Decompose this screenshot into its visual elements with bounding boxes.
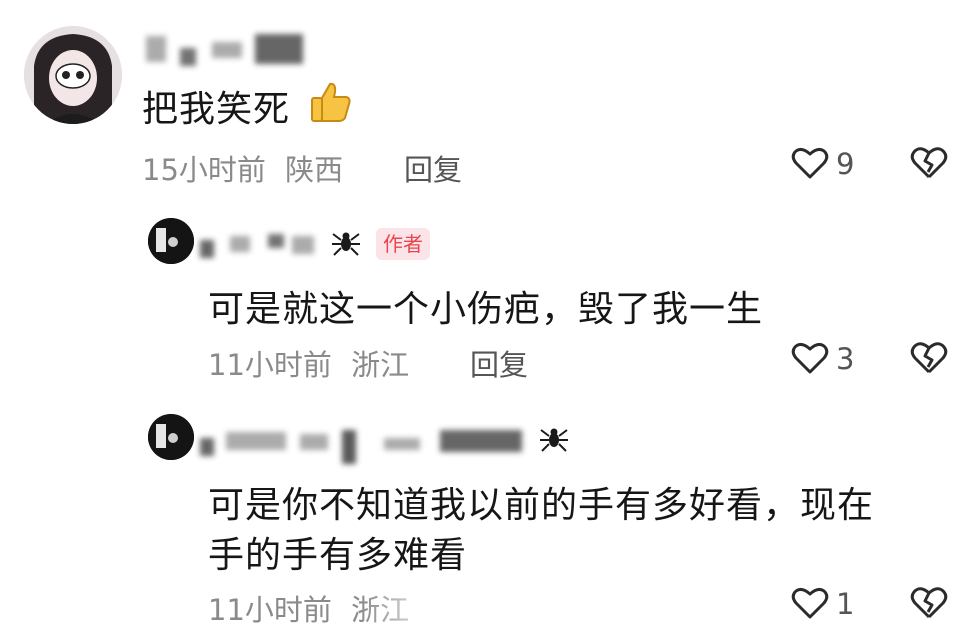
comment-text-content: 可是就这一个小伤疤，毁了我一生 [208, 289, 764, 330]
heart-outline-icon[interactable] [791, 146, 829, 180]
username-redacted [226, 432, 286, 450]
comment-meta: 11小时前 浙江 [208, 342, 409, 384]
like-count: 1 [836, 587, 855, 621]
username-redacted [200, 438, 214, 456]
spider-icon [538, 422, 570, 454]
comment-text-content: 把我笑死 [142, 89, 291, 130]
comment-time: 15小时前 [142, 153, 266, 187]
comment-text-content: 手的手有多难看 [208, 535, 468, 576]
comment-text-content: 可是你不知道我以前的手有多好看，现在 [208, 485, 875, 526]
broken-heart-icon[interactable] [910, 145, 948, 181]
reply-button[interactable]: 回复 [470, 342, 528, 384]
username-redacted [268, 234, 284, 248]
username-redacted [300, 434, 328, 450]
broken-heart-icon[interactable] [910, 340, 948, 376]
thumbs-up-icon [306, 78, 352, 124]
author-badge: 作者 [376, 228, 430, 260]
comment-time: 11小时前 [208, 593, 332, 627]
username-redacted [255, 34, 303, 64]
username-redacted [342, 430, 356, 464]
comment-location: 浙江 [351, 348, 410, 382]
avatar[interactable] [148, 414, 194, 460]
heart-outline-icon[interactable] [791, 341, 829, 375]
comment-location: 陕西 [285, 153, 344, 187]
comment-text-line: 手的手有多难看 [208, 526, 467, 578]
comment-text-line: 可是你不知道我以前的手有多好看，现在 [208, 476, 874, 528]
comment-text: 把我笑死 [142, 80, 290, 132]
reply-button[interactable]: 回复 [404, 147, 462, 189]
comment-text: 可是就这一个小伤疤，毁了我一生 [208, 280, 763, 332]
username-redacted [146, 36, 166, 62]
username-redacted [200, 240, 214, 258]
comment-time: 11小时前 [208, 348, 332, 382]
username-redacted [212, 42, 242, 58]
like-count: 9 [836, 147, 855, 181]
username-redacted [292, 236, 314, 254]
avatar[interactable] [148, 218, 194, 264]
username-redacted [440, 430, 522, 452]
like-count: 3 [836, 342, 855, 376]
comment-meta: 15小时前 陕西 [142, 147, 343, 189]
watermark-overlay [360, 585, 610, 625]
username-redacted [180, 48, 196, 66]
username-redacted [230, 236, 250, 252]
heart-outline-icon[interactable] [791, 586, 829, 620]
username-redacted [384, 438, 420, 450]
broken-heart-icon[interactable] [910, 585, 948, 621]
avatar[interactable] [24, 26, 122, 124]
spider-icon [330, 226, 362, 258]
